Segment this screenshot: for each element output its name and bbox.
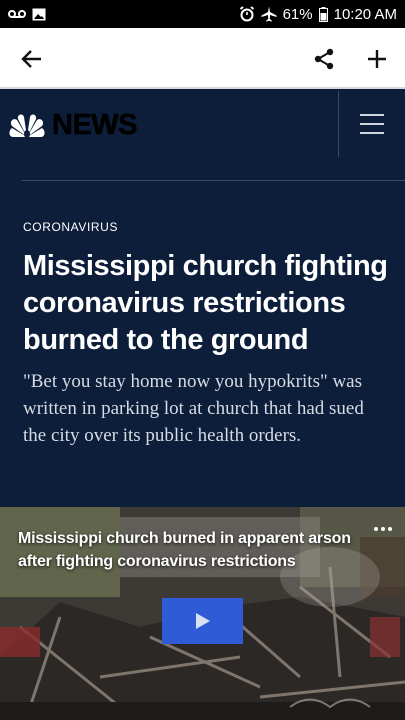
add-button[interactable] bbox=[360, 42, 394, 76]
share-button[interactable] bbox=[307, 42, 341, 76]
share-icon bbox=[314, 48, 334, 70]
airplane-mode-icon bbox=[261, 6, 277, 22]
header-divider bbox=[22, 180, 405, 181]
battery-icon bbox=[318, 6, 328, 22]
video-title: Mississippi church burned in apparent ar… bbox=[18, 530, 351, 570]
clock-time: 10:20 AM bbox=[333, 5, 397, 23]
site-header: NEWS bbox=[0, 91, 405, 157]
plus-icon bbox=[368, 50, 386, 68]
video-player[interactable]: Mississippi church burned in apparent ar… bbox=[0, 507, 405, 720]
status-right: 61% 10:20 AM bbox=[239, 6, 397, 23]
back-button[interactable] bbox=[15, 42, 49, 76]
back-arrow-icon bbox=[21, 50, 41, 68]
nbc-news-logo[interactable]: NEWS bbox=[8, 109, 138, 142]
menu-divider bbox=[338, 91, 339, 157]
article-dek: "Bet you stay home now you hypokrits" wa… bbox=[23, 371, 364, 446]
status-bar: 61% 10:20 AM bbox=[0, 0, 405, 28]
more-options-icon[interactable] bbox=[372, 521, 394, 537]
logo-text: NEWS bbox=[52, 109, 138, 142]
image-icon bbox=[32, 8, 46, 21]
peacock-icon bbox=[9, 114, 45, 138]
play-icon bbox=[195, 613, 210, 629]
browser-toolbar bbox=[0, 28, 405, 89]
hamburger-menu-icon[interactable] bbox=[354, 111, 390, 137]
voicemail-icon bbox=[8, 9, 26, 19]
status-left bbox=[8, 8, 46, 21]
article-category[interactable]: CORONAVIRUS bbox=[23, 220, 118, 234]
alarm-icon bbox=[239, 6, 255, 22]
article-headline: Mississippi church fighting coronavirus … bbox=[23, 250, 388, 356]
battery-percent: 61% bbox=[282, 5, 313, 23]
play-button[interactable] bbox=[162, 598, 243, 644]
